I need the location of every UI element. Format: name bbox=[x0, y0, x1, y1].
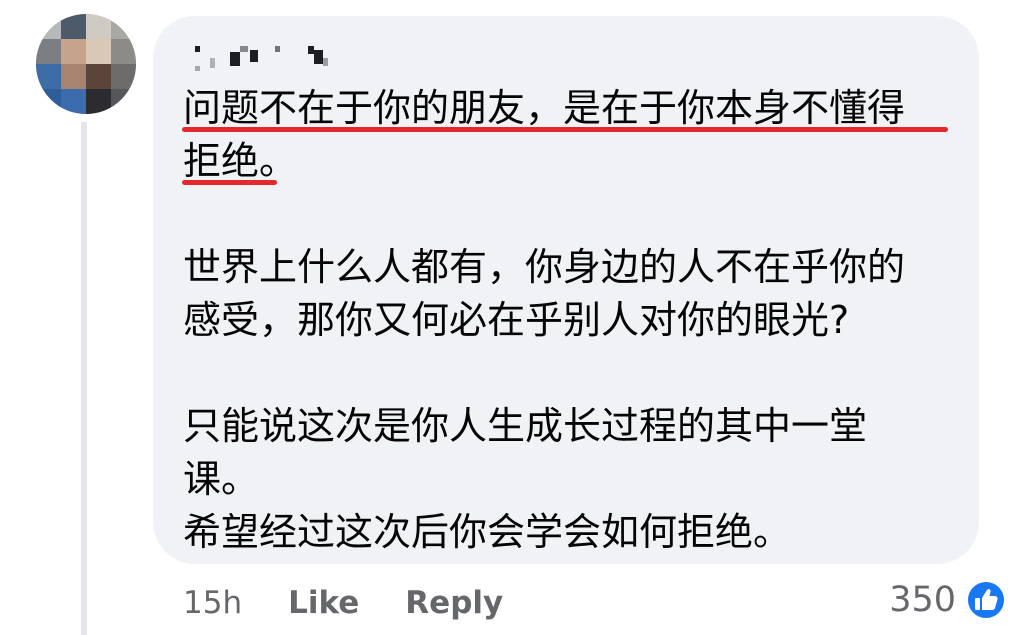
reaction-count: 350 bbox=[889, 580, 956, 620]
comment-line: 只能说这次是你人生成长过程的其中一堂 bbox=[183, 404, 868, 448]
author-name-obscured[interactable] bbox=[195, 38, 335, 76]
comment-line: 希望经过这次后你会学会如何拒绝。 bbox=[183, 510, 792, 554]
comment-line: 拒绝。 bbox=[183, 139, 298, 183]
highlight-underline bbox=[182, 127, 948, 132]
highlight-underline bbox=[182, 180, 277, 185]
comment-page: 问题不在于你的朋友，是在于你本身不懂得 拒绝。 世界上什么人都有，你身边的人不在… bbox=[0, 0, 1024, 635]
reply-button[interactable]: Reply bbox=[405, 585, 503, 621]
comment-body: 问题不在于你的朋友，是在于你本身不懂得 拒绝。 世界上什么人都有，你身边的人不在… bbox=[183, 82, 963, 559]
comment-line: 感受，那你又何必在乎别人对你的眼光? bbox=[183, 298, 850, 342]
comment-line: 课。 bbox=[183, 457, 260, 501]
like-button[interactable]: Like bbox=[288, 585, 359, 621]
timestamp[interactable]: 15h bbox=[183, 585, 242, 621]
avatar[interactable] bbox=[36, 14, 136, 114]
comment-line: 世界上什么人都有，你身边的人不在乎你的 bbox=[183, 245, 906, 289]
thumbs-up-icon bbox=[966, 580, 1006, 620]
reaction-summary[interactable]: 350 bbox=[889, 578, 1006, 622]
thread-line bbox=[81, 122, 87, 635]
comment-footer: 15h Like Reply bbox=[183, 583, 549, 623]
